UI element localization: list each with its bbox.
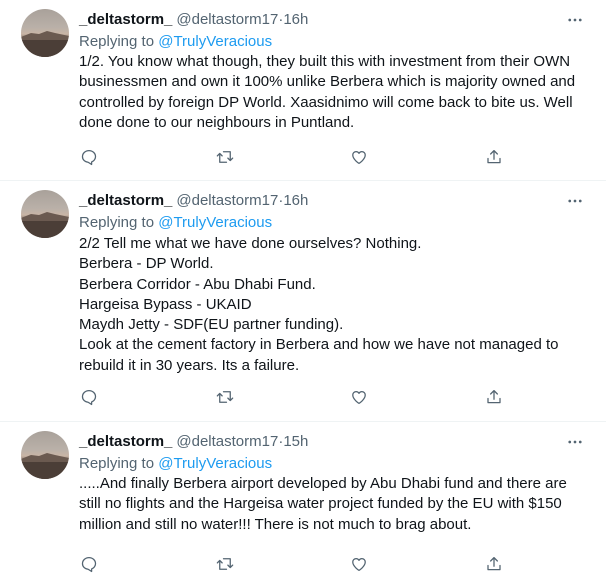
avatar[interactable] <box>21 9 69 57</box>
user-handle[interactable]: @deltastorm17 <box>176 11 278 28</box>
display-name[interactable]: _deltastorm_ <box>79 11 172 28</box>
avatar[interactable] <box>21 431 69 479</box>
tweet-text-line: businessmen and own it 100% unlike Berbe… <box>79 73 576 91</box>
tweet-actions <box>79 387 519 407</box>
retweet-icon <box>216 555 234 573</box>
replying-to-label: Replying to <box>79 33 159 50</box>
tweet-text: 2/2 Tell me what we have done ourselves?… <box>79 234 589 376</box>
retweet-button[interactable] <box>215 147 235 167</box>
heart-icon <box>350 555 368 573</box>
retweet-icon <box>216 148 234 166</box>
replying-to: Replying to @TrulyVeracious <box>79 454 272 474</box>
timestamp[interactable]: 16h <box>283 192 308 209</box>
retweet-button[interactable] <box>215 554 235 574</box>
retweet-icon <box>216 388 234 406</box>
tweet-1[interactable]: _deltastorm_ @deltastorm17·16h Replying t… <box>0 0 606 181</box>
more-options-button[interactable] <box>564 10 586 30</box>
timestamp[interactable]: 16h <box>283 11 308 28</box>
share-button[interactable] <box>484 554 504 574</box>
comment-icon <box>80 148 98 166</box>
tweet-text-line: still no flights and the Hargeisa water … <box>79 495 562 513</box>
tweet-text-line: done done to our neighbours in Puntland. <box>79 113 355 131</box>
share-icon <box>485 148 503 166</box>
replying-to-label: Replying to <box>79 214 159 231</box>
retweet-button[interactable] <box>215 387 235 407</box>
tweet-header: _deltastorm_ @deltastorm17·16h <box>79 191 308 211</box>
like-button[interactable] <box>349 147 369 167</box>
tweet-text-line: 1/2. You know what though, they built th… <box>79 53 571 70</box>
tweet-text-line: Look at the cement factory in Berbera an… <box>79 336 559 354</box>
reply-button[interactable] <box>79 554 99 574</box>
more-horizontal-icon <box>566 433 584 451</box>
tweet-3[interactable]: _deltastorm_ @deltastorm17·15h Replying t… <box>0 422 606 587</box>
tweet-text-line: Hargeisa Bypass - UKAID <box>79 295 252 313</box>
heart-icon <box>350 388 368 406</box>
tweet-text-line: rebuild it in 30 years. Its a failure. <box>79 356 300 374</box>
tweet-header: _deltastorm_ @deltastorm17·15h <box>79 432 308 452</box>
share-button[interactable] <box>484 387 504 407</box>
user-handle[interactable]: @deltastorm17 <box>176 192 278 209</box>
tweet-text-line: Berbera Corridor - Abu Dhabi Fund. <box>79 275 316 293</box>
more-options-button[interactable] <box>564 432 586 452</box>
display-name[interactable]: _deltastorm_ <box>79 433 172 450</box>
tweet-text-line: 2/2 Tell me what we have done ourselves?… <box>79 235 422 252</box>
share-icon <box>485 388 503 406</box>
more-horizontal-icon <box>566 192 584 210</box>
tweet-text-line: Maydh Jetty - SDF(EU partner funding). <box>79 316 344 334</box>
more-horizontal-icon <box>566 11 584 29</box>
like-button[interactable] <box>349 554 369 574</box>
heart-icon <box>350 148 368 166</box>
avatar-landscape-icon <box>21 31 69 57</box>
tweet-text-line: controlled by foreign DP World. Xaasidni… <box>79 93 573 111</box>
tweet-text-line: million and still no water!!! There is n… <box>79 515 472 533</box>
share-button[interactable] <box>484 147 504 167</box>
tweet-text: .....And finally Berbera airport develop… <box>79 474 589 535</box>
tweet-actions <box>79 147 519 167</box>
comment-icon <box>80 555 98 573</box>
tweet-text-line: .....And finally Berbera airport develop… <box>79 475 567 492</box>
reply-button[interactable] <box>79 147 99 167</box>
more-options-button[interactable] <box>564 191 586 211</box>
tweet-2[interactable]: _deltastorm_ @deltastorm17·16h Replying t… <box>0 181 606 422</box>
timestamp[interactable]: 15h <box>283 433 308 450</box>
tweet-text: 1/2. You know what though, they built th… <box>79 52 589 133</box>
replying-to: Replying to @TrulyVeracious <box>79 32 272 52</box>
share-icon <box>485 555 503 573</box>
like-button[interactable] <box>349 387 369 407</box>
replying-to-link[interactable]: @TrulyVeracious <box>158 33 272 50</box>
replying-to-link[interactable]: @TrulyVeracious <box>158 214 272 231</box>
replying-to-link[interactable]: @TrulyVeracious <box>158 455 272 472</box>
tweet-actions <box>79 554 519 574</box>
replying-to: Replying to @TrulyVeracious <box>79 213 272 233</box>
tweet-header: _deltastorm_ @deltastorm17·16h <box>79 10 308 30</box>
avatar-landscape-icon <box>21 212 69 238</box>
reply-button[interactable] <box>79 387 99 407</box>
display-name[interactable]: _deltastorm_ <box>79 192 172 209</box>
user-handle[interactable]: @deltastorm17 <box>176 433 278 450</box>
avatar-landscape-icon <box>21 453 69 479</box>
tweet-text-line: Berbera - DP World. <box>79 255 214 273</box>
avatar[interactable] <box>21 190 69 238</box>
comment-icon <box>80 388 98 406</box>
replying-to-label: Replying to <box>79 455 159 472</box>
